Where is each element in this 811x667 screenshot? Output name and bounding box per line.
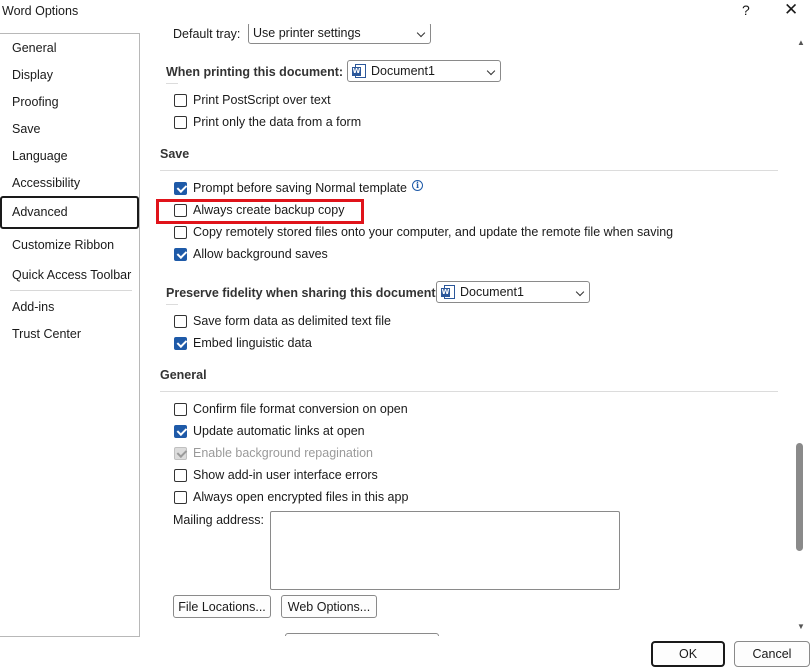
background-saves-option[interactable]: Allow background saves (174, 245, 328, 263)
update-links-label: Update automatic links at open (193, 424, 365, 438)
nav-item-trust-center[interactable]: Trust Center (12, 327, 81, 341)
confirm-conversion-label: Confirm file format conversion on open (193, 402, 408, 416)
nav-item-customize-ribbon[interactable]: Customize Ribbon (12, 238, 114, 252)
print-form-data-label: Print only the data from a form (193, 115, 362, 129)
save-form-data-checkbox[interactable] (174, 314, 187, 328)
web-options-button[interactable]: Web Options... (281, 595, 377, 618)
default-tray-dropdown[interactable]: Use printer settings (248, 24, 431, 44)
print-postscript-label: Print PostScript over text (193, 93, 331, 107)
save-form-data-label: Save form data as delimited text file (193, 314, 392, 328)
default-tray-label: Default tray: (173, 27, 241, 41)
mailing-address-label: Mailing address: (173, 513, 265, 527)
addin-ui-errors-checkbox[interactable] (174, 468, 187, 482)
nav-item-add-ins[interactable]: Add-ins (12, 300, 54, 314)
background-saves-checkbox[interactable] (174, 247, 187, 261)
info-icon[interactable]: i (411, 179, 423, 191)
window-title: Word Options (2, 4, 79, 18)
ok-button[interactable]: OK (651, 641, 725, 667)
print-form-data-checkbox[interactable] (174, 115, 187, 129)
section-divider (160, 170, 778, 171)
background-repagination-checkbox (174, 446, 187, 460)
open-encrypted-files-checkbox[interactable] (174, 490, 187, 504)
embed-linguistic-data-checkbox[interactable] (174, 336, 187, 350)
nav-item-save[interactable]: Save (12, 122, 41, 136)
print-postscript-checkbox[interactable] (174, 93, 187, 107)
save-form-data-option[interactable]: Save form data as delimited text file (174, 312, 391, 330)
chevron-down-icon (575, 287, 585, 297)
preserve-fidelity-document-dropdown[interactable]: W Document1 (436, 281, 590, 303)
when-printing-document-value: Document1 (371, 64, 435, 78)
nav-item-quick-access-toolbar[interactable]: Quick Access Toolbar (12, 268, 131, 282)
confirm-conversion-checkbox[interactable] (174, 402, 187, 416)
scrollbar-thumb[interactable] (796, 443, 803, 551)
when-printing-document-dropdown[interactable]: W Document1 (347, 60, 501, 82)
help-button[interactable]: ? (742, 2, 750, 18)
preserve-fidelity-document-value: Document1 (460, 285, 524, 299)
advanced-options-panel: Default tray: Use printer settings When … (150, 24, 794, 636)
word-document-icon: W (441, 285, 455, 299)
copy-remote-files-checkbox[interactable] (174, 225, 187, 239)
update-links-option[interactable]: Update automatic links at open (174, 422, 365, 440)
background-repagination-label: Enable background repagination (193, 446, 373, 460)
scroll-up-arrow-icon[interactable]: ▲ (796, 38, 806, 47)
background-saves-label: Allow background saves (193, 247, 328, 261)
copy-remote-files-label: Copy remotely stored files onto your com… (193, 225, 674, 239)
print-form-data-option[interactable]: Print only the data from a form (174, 113, 361, 131)
confirm-conversion-option[interactable]: Confirm file format conversion on open (174, 400, 408, 418)
file-locations-button[interactable]: File Locations... (173, 595, 271, 618)
nav-item-proofing[interactable]: Proofing (12, 95, 59, 109)
update-links-checkbox[interactable] (174, 424, 187, 438)
save-section-heading: Save (160, 147, 190, 161)
scroll-down-arrow-icon[interactable]: ▼ (796, 622, 806, 631)
prompt-normal-template-label: Prompt before saving Normal template (193, 181, 407, 195)
addin-ui-errors-label: Show add-in user interface errors (193, 468, 378, 482)
options-nav: General Display Proofing Save Language A… (0, 33, 140, 637)
nav-item-general[interactable]: General (12, 41, 56, 55)
prompt-normal-template-option[interactable]: Prompt before saving Normal template i (174, 179, 423, 197)
cancel-button[interactable]: Cancel (734, 641, 810, 667)
preserve-fidelity-label: Preserve fidelity when sharing this docu… (166, 286, 440, 300)
mailing-address-field[interactable] (270, 511, 620, 590)
nav-item-advanced[interactable]: Advanced (0, 196, 139, 229)
nav-item-display[interactable]: Display (12, 68, 53, 82)
close-button[interactable]: ✕ (784, 0, 798, 20)
open-encrypted-files-label: Always open encrypted files in this app (193, 490, 409, 504)
divider (166, 83, 178, 84)
section-divider (160, 391, 778, 392)
embed-linguistic-data-option[interactable]: Embed linguistic data (174, 334, 312, 352)
chevron-down-icon (416, 28, 426, 38)
prompt-normal-template-checkbox[interactable] (174, 181, 187, 195)
when-printing-label: When printing this document: (166, 65, 344, 79)
highlight-annotation (156, 199, 364, 224)
nav-item-accessibility[interactable]: Accessibility (12, 176, 80, 190)
addin-ui-errors-option[interactable]: Show add-in user interface errors (174, 466, 378, 484)
embed-linguistic-data-label: Embed linguistic data (193, 336, 312, 350)
chevron-down-icon (486, 66, 496, 76)
background-repagination-option: Enable background repagination (174, 444, 373, 462)
print-postscript-option[interactable]: Print PostScript over text (174, 91, 331, 109)
partially-visible-control[interactable] (285, 633, 439, 636)
nav-item-language[interactable]: Language (12, 149, 68, 163)
default-tray-value: Use printer settings (253, 26, 361, 40)
word-document-icon: W (352, 64, 366, 78)
open-encrypted-files-option[interactable]: Always open encrypted files in this app (174, 488, 408, 506)
divider (166, 304, 178, 305)
title-bar: Word Options ? ✕ (0, 0, 811, 24)
general-section-heading: General (160, 368, 207, 382)
nav-divider (10, 290, 132, 291)
copy-remote-files-option[interactable]: Copy remotely stored files onto your com… (174, 223, 673, 241)
